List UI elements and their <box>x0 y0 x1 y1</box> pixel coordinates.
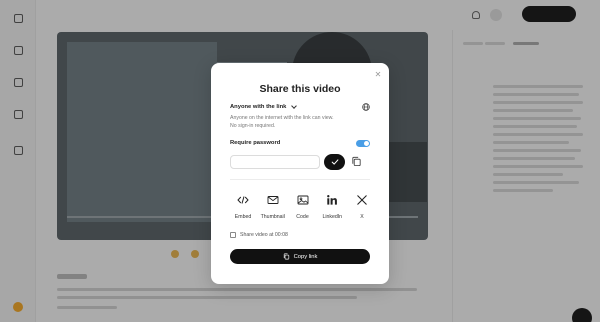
share-option-x[interactable]: X <box>349 194 375 220</box>
chevron-down-icon <box>291 103 298 109</box>
access-label: Anyone with the link <box>230 104 287 110</box>
code-brackets-icon <box>237 196 249 204</box>
copy-link-button[interactable]: Copy link <box>230 249 370 264</box>
share-modal: ✕ Share this video Anyone with the link … <box>211 63 389 284</box>
timestamp-label: Share video at 00:08 <box>240 232 288 238</box>
share-at-timestamp-option[interactable]: Share video at 00:08 <box>230 232 288 238</box>
modal-title: Share this video <box>259 83 341 95</box>
share-option-code[interactable]: Code <box>290 194 316 220</box>
password-label: Require password <box>230 140 281 146</box>
password-toggle[interactable] <box>356 140 370 147</box>
access-description: Anyone on the internet with the link can… <box>230 115 334 129</box>
password-confirm-button[interactable] <box>324 154 345 170</box>
copy-icon <box>283 253 289 260</box>
linkedin-icon <box>327 195 338 205</box>
globe-icon <box>362 103 370 111</box>
image-icon <box>297 195 308 205</box>
mail-icon <box>267 196 279 204</box>
close-icon[interactable]: ✕ <box>374 71 382 79</box>
copy-password-icon[interactable] <box>351 156 362 167</box>
password-input[interactable] <box>230 155 320 169</box>
timestamp-checkbox[interactable] <box>230 232 236 238</box>
access-dropdown[interactable]: Anyone with the link <box>230 103 298 110</box>
share-options: Embed Thumbnail Code LinkedIn X <box>230 194 375 220</box>
share-option-thumbnail[interactable]: Thumbnail <box>260 194 286 220</box>
share-option-linkedin[interactable]: LinkedIn <box>319 194 345 220</box>
share-option-embed[interactable]: Embed <box>230 194 256 220</box>
x-logo-icon <box>357 195 367 205</box>
check-icon <box>331 159 338 165</box>
divider <box>230 179 370 180</box>
copy-link-label: Copy link <box>293 253 318 260</box>
